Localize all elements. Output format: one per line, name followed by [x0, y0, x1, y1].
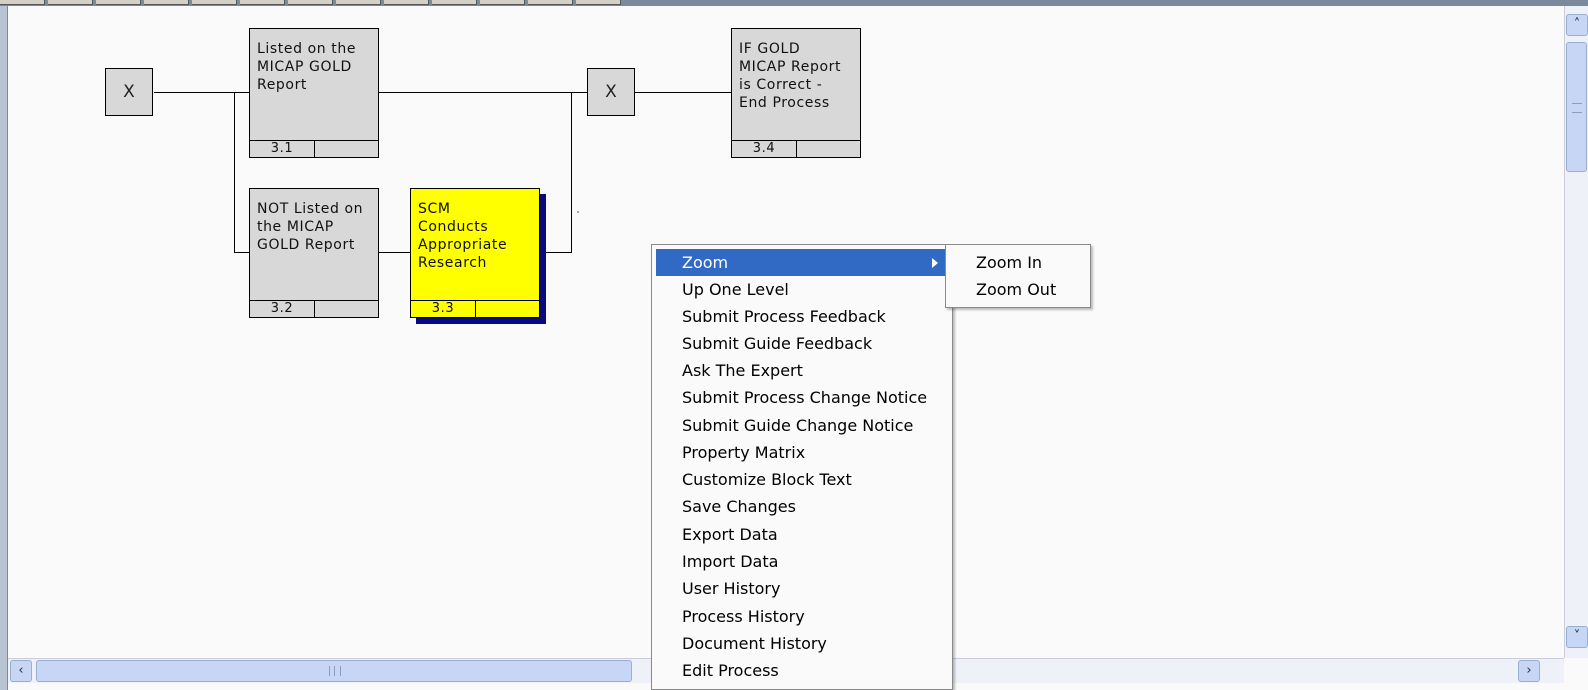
- block-text: Listed on the MICAP GOLD Report: [257, 41, 357, 93]
- grip-icon: [329, 666, 341, 676]
- context-menu: Zoom Up One Level Submit Process Feedbac…: [651, 244, 953, 690]
- menu-item-label: Zoom: [682, 253, 729, 272]
- menu-item-submit-process-feedback[interactable]: Submit Process Feedback: [656, 303, 948, 330]
- connector-line: [571, 92, 572, 253]
- block-number: 3.3: [411, 301, 476, 317]
- chevron-up-icon: ˄: [1573, 17, 1581, 32]
- menu-item-submit-guide-feedback[interactable]: Submit Guide Feedback: [656, 330, 948, 357]
- connector-line: [379, 252, 411, 253]
- process-block-3-1[interactable]: Listed on the MICAP GOLD Report 3.1: [249, 28, 379, 158]
- submenu-arrow-icon: [932, 258, 938, 268]
- block-footer: 3.3: [411, 300, 539, 317]
- block-text: NOT Listed on the MICAP GOLD Report: [257, 201, 364, 253]
- process-block-3-3[interactable]: SCM Conducts Appropriate Research 3.3: [410, 188, 540, 318]
- menu-item-submit-guide-change-notice[interactable]: Submit Guide Change Notice: [656, 412, 948, 439]
- toolbar-button[interactable]: [432, 0, 477, 5]
- menu-item-save-changes[interactable]: Save Changes: [656, 493, 948, 520]
- menu-item-zoom-in[interactable]: Zoom In: [950, 249, 1086, 276]
- connector-line: [234, 252, 250, 253]
- vertical-scroll-thumb[interactable]: [1566, 42, 1587, 172]
- toolbar-button[interactable]: [576, 0, 621, 5]
- block-number: 3.1: [250, 141, 315, 157]
- block-text: IF GOLD MICAP Report is Correct - End Pr…: [739, 41, 842, 111]
- scroll-down-button[interactable]: ˅: [1566, 626, 1588, 648]
- toolbar-button[interactable]: [528, 0, 573, 5]
- menu-item-zoom[interactable]: Zoom: [656, 249, 948, 276]
- horizontal-scroll-thumb[interactable]: [36, 660, 632, 682]
- grip-icon: [1572, 103, 1582, 113]
- menu-item-import-data[interactable]: Import Data: [656, 548, 948, 575]
- connector-line: [540, 252, 572, 253]
- toolbar-button[interactable]: [48, 0, 93, 5]
- menu-item-up-one-level[interactable]: Up One Level: [656, 276, 948, 303]
- toolbar-button[interactable]: [336, 0, 381, 5]
- menu-item-zoom-out[interactable]: Zoom Out: [950, 276, 1086, 303]
- scroll-right-button[interactable]: ›: [1518, 660, 1540, 682]
- junction-box[interactable]: X: [105, 68, 153, 116]
- scroll-left-button[interactable]: ‹: [10, 660, 32, 682]
- zoom-submenu: Zoom In Zoom Out: [945, 244, 1091, 308]
- process-block-3-4[interactable]: IF GOLD MICAP Report is Correct - End Pr…: [731, 28, 861, 158]
- menu-item-property-matrix[interactable]: Property Matrix: [656, 439, 948, 466]
- block-footer: 3.4: [732, 140, 860, 157]
- toolbar-button[interactable]: [384, 0, 429, 5]
- menu-item-export-data[interactable]: Export Data: [656, 521, 948, 548]
- block-text: SCM Conducts Appropriate Research: [418, 201, 508, 271]
- chevron-left-icon: ‹: [18, 663, 24, 678]
- menu-item-customize-block-text[interactable]: Customize Block Text: [656, 466, 948, 493]
- menu-item-edit-process[interactable]: Edit Process: [656, 657, 948, 684]
- toolbar-button[interactable]: [96, 0, 141, 5]
- menu-item-ask-the-expert[interactable]: Ask The Expert: [656, 357, 948, 384]
- connector-line: [635, 92, 732, 93]
- block-number: 3.2: [250, 301, 315, 317]
- toolbar-button[interactable]: [480, 0, 525, 5]
- menu-item-process-history[interactable]: Process History: [656, 603, 948, 630]
- scroll-up-button[interactable]: ˄: [1566, 14, 1588, 36]
- toolbar-button[interactable]: [144, 0, 189, 5]
- menu-item-document-history[interactable]: Document History: [656, 630, 948, 657]
- process-block-3-2[interactable]: NOT Listed on the MICAP GOLD Report 3.2: [249, 188, 379, 318]
- toolbar-button[interactable]: [240, 0, 285, 5]
- connector-line: [234, 92, 235, 253]
- toolbar-button[interactable]: [0, 0, 45, 5]
- junction-box[interactable]: X: [587, 68, 635, 116]
- block-footer: 3.1: [250, 140, 378, 157]
- block-footer: 3.2: [250, 300, 378, 317]
- toolbar-button[interactable]: [192, 0, 237, 5]
- chevron-right-icon: ›: [1526, 663, 1532, 678]
- block-number: 3.4: [732, 141, 797, 157]
- chevron-down-icon: ˅: [1573, 629, 1581, 644]
- menu-item-user-history[interactable]: User History: [656, 575, 948, 602]
- canvas-dot: [577, 211, 579, 213]
- connector-line: [379, 92, 587, 93]
- menu-item-submit-process-change-notice[interactable]: Submit Process Change Notice: [656, 384, 948, 411]
- vertical-scrollbar[interactable]: ˄ ˅: [1564, 6, 1588, 658]
- window-left-edge: [0, 6, 8, 690]
- toolbar-button[interactable]: [288, 0, 333, 5]
- toolbar-strip: [0, 0, 1588, 6]
